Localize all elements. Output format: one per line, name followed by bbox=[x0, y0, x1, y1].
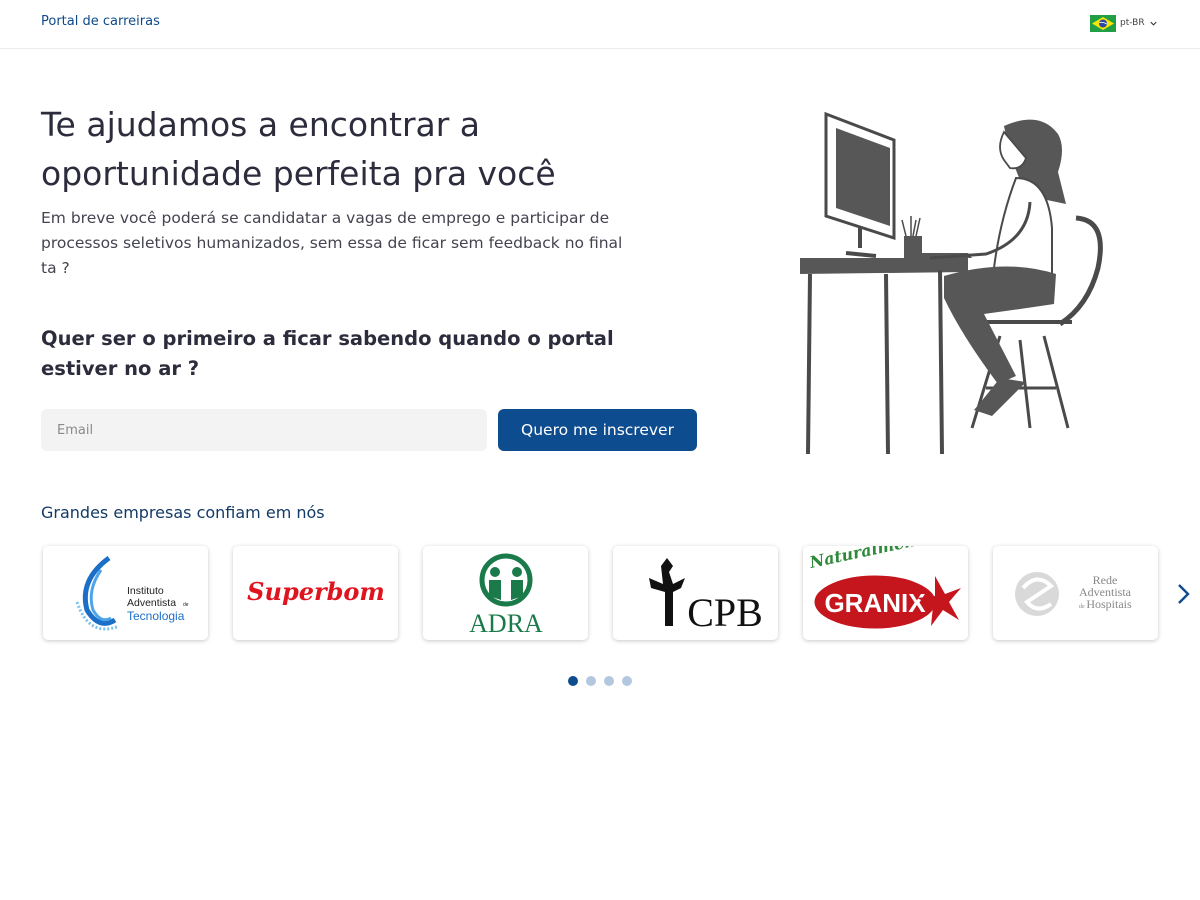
partner-logo-adra[interactable]: ADRA bbox=[423, 546, 588, 640]
woman-at-desk-illustration bbox=[800, 111, 1103, 455]
carousel-pagination bbox=[568, 676, 632, 686]
granix-logo: Naturalmente GRANIX bbox=[807, 546, 961, 632]
partner-logo-superbom[interactable]: Superbom bbox=[233, 546, 398, 640]
granix-text: GRANIX bbox=[824, 588, 926, 618]
partner-logo-iatec[interactable]: Instituto Adventista de Tecnologia bbox=[43, 546, 208, 640]
chevron-down-icon bbox=[1150, 21, 1157, 26]
carousel-dot-2[interactable] bbox=[586, 676, 596, 686]
iatec-line3: Tecnologia bbox=[127, 609, 185, 623]
chevron-right-icon[interactable] bbox=[1174, 582, 1192, 606]
top-bar: Portal de carreiras pt-BR bbox=[0, 0, 1200, 49]
rah-line4: Hospitais bbox=[1086, 597, 1132, 611]
carousel-dot-1[interactable] bbox=[568, 676, 578, 686]
brazil-flag-icon bbox=[1090, 14, 1116, 32]
rah-line3: de bbox=[1079, 604, 1085, 610]
partner-logo-rah[interactable]: Rede Adventista de Hospitais bbox=[993, 546, 1158, 640]
partners-heading: Grandes empresas confiam em nós bbox=[41, 503, 325, 522]
hero-title: Te ajudamos a encontrar a oportunidade p… bbox=[41, 105, 556, 193]
carousel-dot-4[interactable] bbox=[622, 676, 632, 686]
cpb-logo: CPB bbox=[648, 558, 763, 635]
carousel-dot-3[interactable] bbox=[604, 676, 614, 686]
brand-link[interactable]: Portal de carreiras bbox=[41, 14, 160, 29]
partner-logo-granix[interactable]: Naturalmente GRANIX bbox=[803, 546, 968, 640]
signup-prompt: Quer ser o primeiro a ficar sabendo quan… bbox=[41, 327, 614, 380]
language-selector[interactable]: pt-BR bbox=[1090, 14, 1158, 32]
adra-logo: ADRA bbox=[469, 553, 543, 636]
cpb-text: CPB bbox=[687, 590, 763, 635]
iatec-line1: Instituto bbox=[127, 585, 164, 597]
superbom-text: Superbom bbox=[247, 577, 385, 606]
partner-logo-cpb[interactable]: CPB bbox=[613, 546, 778, 640]
rah-logo: Rede Adventista de Hospitais bbox=[1014, 572, 1132, 616]
iatec-line2: Adventista bbox=[127, 597, 176, 609]
iatec-logo: Instituto Adventista de Tecnologia bbox=[75, 555, 189, 631]
superbom-logo: Superbom bbox=[247, 577, 385, 606]
iatec-line2-small: de bbox=[183, 602, 189, 608]
hero-subtitle: Em breve você poderá se candidatar a vag… bbox=[41, 209, 623, 277]
partners-carousel: Instituto Adventista de Tecnologia Super… bbox=[41, 546, 1190, 642]
subscribe-button[interactable]: Quero me inscrever bbox=[498, 409, 697, 451]
language-label: pt-BR bbox=[1120, 18, 1145, 28]
email-input[interactable] bbox=[41, 409, 487, 451]
granix-tagline: Naturalmente bbox=[807, 546, 934, 572]
adra-text: ADRA bbox=[469, 609, 543, 636]
